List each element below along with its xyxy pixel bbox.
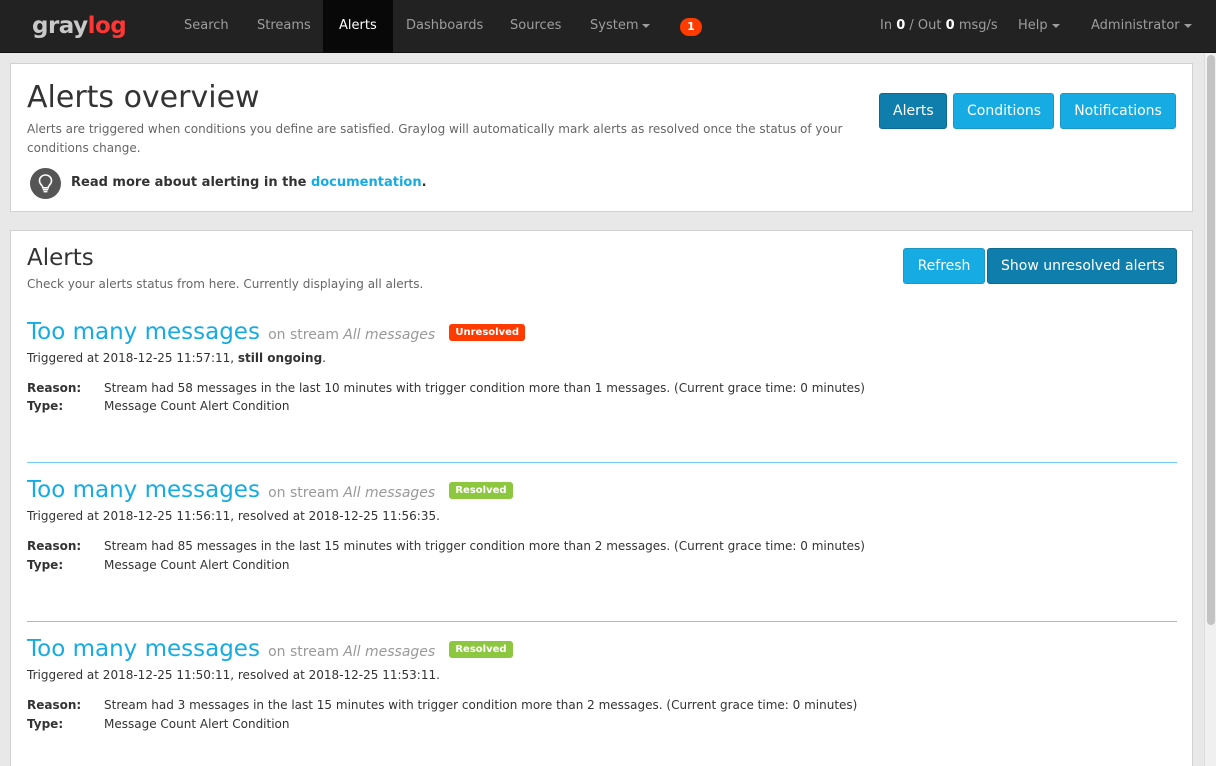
nav-sources[interactable]: Sources [494,0,577,53]
alerts-list-panel: Alerts Check your alerts status from her… [10,230,1193,766]
alert-divider [27,621,1177,622]
section-title: Alerts [27,245,94,271]
alert-stream-name: All messages [343,327,436,343]
alert-reason-row: Reason: Stream had 3 messages in the last… [27,698,857,712]
lightbulb-icon [30,168,61,199]
nav-search[interactable]: Search [168,0,245,53]
alert-stream-name: All messages [343,644,436,660]
alert-type-row: Type: Message Count Alert Condition [27,399,290,413]
status-badge: Resolved [449,641,513,658]
alert-item: Too many messages on stream All messages… [27,319,1177,429]
alert-type-row: Type: Message Count Alert Condition [27,717,290,731]
alert-reason-value: Stream had 3 messages in the last 15 min… [104,698,858,712]
alert-title-link[interactable]: Too many messages [27,477,260,503]
nav-system[interactable]: System [574,0,666,53]
alert-item: Too many messages on stream All messages… [27,636,1177,746]
alert-stream-name: All messages [343,485,436,501]
scrollbar-thumb[interactable] [1207,55,1215,625]
alert-reason-value: Stream had 85 messages in the last 15 mi… [104,539,865,553]
nav-dashboards[interactable]: Dashboards [390,0,499,53]
alert-type-value: Message Count Alert Condition [104,558,290,572]
alert-reason-label: Reason: [27,381,82,395]
nav-user-label: Administrator [1091,18,1180,33]
alert-ongoing-text: still ongoing [237,351,323,365]
throughput-in-value: 0 [896,18,906,33]
page-scrollbar[interactable] [1204,53,1216,766]
nav-user-menu[interactable]: Administrator [1075,0,1208,53]
alert-type-label: Type: [27,717,64,731]
nav-help[interactable]: Help [1002,0,1076,53]
nav-system-label: System [590,18,639,33]
throughput-in-label: In [880,18,893,33]
alert-divider [27,462,1177,463]
status-badge: Unresolved [449,324,526,341]
chevron-down-icon [1051,23,1060,28]
alert-reason-label: Reason: [27,698,82,712]
alert-reason-label: Reason: [27,539,82,553]
alert-reason-row: Reason: Stream had 85 messages in the las… [27,539,865,553]
alerts-tab-button[interactable]: Alerts [879,93,947,129]
alert-type-label: Type: [27,399,64,413]
alert-title-link[interactable]: Too many messages [27,319,260,345]
nav-alerts[interactable]: Alerts [323,0,393,53]
chevron-down-icon [1183,23,1192,28]
top-navbar: gray log Search Streams Alerts Dashboards… [0,0,1216,53]
alert-type-value: Message Count Alert Condition [104,399,290,413]
throughput-indicator[interactable]: In 0 / Out 0 msg/s [880,0,998,53]
graylog-logo[interactable]: gray log [32,13,127,43]
alert-type-value: Message Count Alert Condition [104,717,290,731]
page-description: Alerts are triggered when conditions you… [27,122,843,155]
alerts-overview-panel: Alerts overview Alerts are triggered whe… [10,63,1193,212]
nav-streams[interactable]: Streams [241,0,327,53]
section-description: Check your alerts status from here. Curr… [27,277,424,291]
readmore-prefix: Read more about alerting in the [71,175,307,190]
refresh-button[interactable]: Refresh [903,248,985,284]
alert-title-row: Too many messages on stream All messages… [27,319,526,345]
conditions-button[interactable]: Conditions [953,93,1054,129]
documentation-hint: Read more about alerting in the document… [71,175,427,190]
alert-title-row: Too many messages on stream All messages… [27,636,513,662]
alert-reason-row: Reason: Stream had 58 messages in the las… [27,381,865,395]
alert-triggered-text: Triggered at 2018-12-25 11:56:11, resolv… [27,509,440,523]
page-title: Alerts overview [27,80,260,115]
alert-reason-value: Stream had 58 messages in the last 10 mi… [104,381,865,395]
documentation-link[interactable]: documentation [311,175,422,190]
alert-ongoing-suffix: . [322,351,326,365]
nav-help-label: Help [1018,18,1048,33]
logo-log-text: log [87,13,127,39]
status-badge: Resolved [449,482,513,499]
alert-on-stream-label: on stream [268,485,340,501]
alert-type-row: Type: Message Count Alert Condition [27,558,290,572]
alert-on-stream-label: on stream [268,644,340,660]
throughput-unit: msg/s [958,18,998,33]
alert-on-stream-label: on stream [268,327,340,343]
logo-gray-text: gray [32,13,88,39]
throughput-out-value: 0 [945,18,955,33]
alert-title-link[interactable]: Too many messages [27,636,260,662]
alert-triggered-time: Triggered at 2018-12-25 11:57:11, [27,351,235,365]
show-unresolved-button[interactable]: Show unresolved alerts [987,248,1177,284]
notification-badge[interactable]: 1 [680,18,702,36]
throughput-sep: / Out [909,18,942,33]
alert-triggered-text: Triggered at 2018-12-25 11:57:11, still … [27,351,326,365]
alert-type-label: Type: [27,558,64,572]
chevron-down-icon [642,23,651,28]
readmore-suffix: . [421,175,427,190]
alert-triggered-text: Triggered at 2018-12-25 11:50:11, resolv… [27,668,440,682]
alert-title-row: Too many messages on stream All messages… [27,477,513,503]
alert-item: Too many messages on stream All messages… [27,477,1177,587]
notifications-button[interactable]: Notifications [1060,93,1176,129]
